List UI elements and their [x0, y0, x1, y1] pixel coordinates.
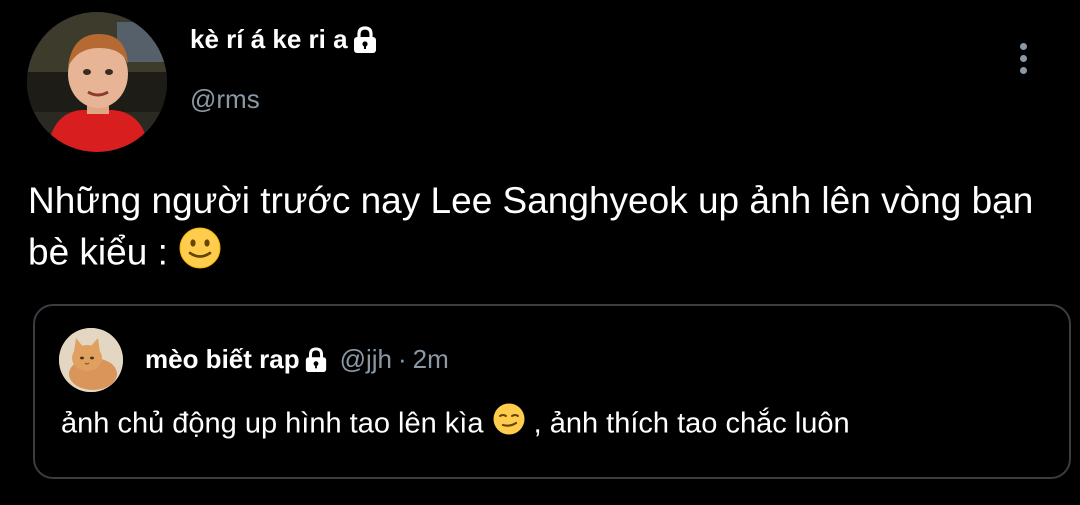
header-separator: ·: [398, 344, 407, 374]
more-vertical-icon-dot: [1019, 66, 1027, 74]
quoted-author-display-name[interactable]: mèo biết rap: [145, 344, 300, 375]
author-display-name-row[interactable]: kè rí á ke ri a: [190, 24, 378, 55]
smirking-face-icon: [492, 402, 526, 448]
more-options-button[interactable]: [1008, 38, 1038, 78]
author-display-name[interactable]: kè rí á ke ri a: [190, 24, 348, 55]
lock-icon: [352, 25, 378, 54]
slightly-smiling-face-icon: [178, 226, 222, 283]
quoted-tweet-text-part1: ảnh chủ động up hình tao lên kìa: [61, 407, 484, 440]
quoted-author-avatar[interactable]: [59, 328, 123, 392]
more-vertical-icon: [1019, 42, 1027, 50]
quoted-tweet-timestamp[interactable]: 2m: [413, 344, 449, 375]
more-vertical-icon-dot: [1019, 54, 1027, 62]
quoted-tweet-header: mèo biết rap @jjh · 2m: [145, 344, 449, 375]
quoted-tweet-text: ảnh chủ động up hình tao lên kìa , ảnh t…: [61, 402, 850, 448]
lock-icon: [304, 346, 328, 373]
author-handle[interactable]: @rms: [190, 84, 260, 115]
quoted-author-handle[interactable]: @jjh: [340, 344, 392, 375]
quoted-tweet-card[interactable]: mèo biết rap @jjh · 2m ảnh chủ động up h…: [33, 304, 1071, 479]
author-avatar[interactable]: [27, 12, 167, 152]
quoted-tweet-text-part2: , ảnh thích tao chắc luôn: [533, 407, 850, 440]
tweet-text: Những người trước nay Lee Sanghyeok up ả…: [28, 176, 1058, 283]
